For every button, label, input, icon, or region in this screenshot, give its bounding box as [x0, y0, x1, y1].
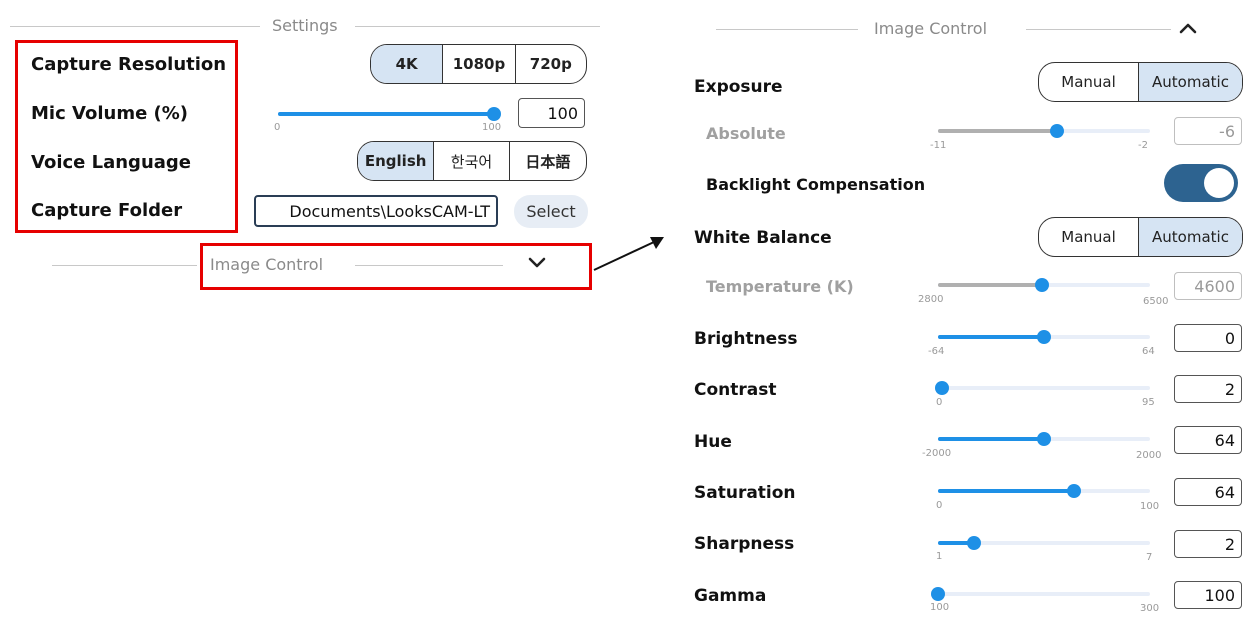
temperature-label: Temperature (K)	[706, 277, 854, 296]
brightness-input[interactable]: 0	[1174, 324, 1242, 352]
contrast-input[interactable]: 2	[1174, 375, 1242, 403]
divider	[716, 29, 858, 30]
gamma-label: Gamma	[694, 586, 767, 606]
slider-thumb[interactable]	[487, 107, 501, 121]
contrast-max: 95	[1142, 397, 1155, 408]
hue-label: Hue	[694, 432, 732, 452]
contrast-slider[interactable]	[935, 377, 1150, 399]
exposure-option-automatic[interactable]: Automatic	[1138, 63, 1242, 101]
hue-max: 2000	[1136, 450, 1162, 461]
contrast-min: 0	[936, 397, 943, 408]
saturation-min: 0	[936, 500, 943, 511]
language-option-korean[interactable]: 한국어	[433, 142, 508, 180]
divider	[52, 265, 197, 266]
backlight-compensation-toggle[interactable]	[1164, 164, 1238, 202]
arrow-connector-icon	[593, 237, 664, 271]
hue-min: -2000	[922, 448, 952, 459]
absolute-slider[interactable]	[938, 120, 1150, 142]
saturation-label: Saturation	[694, 483, 796, 503]
image-control-panel: Image Control Exposure Manual Automatic …	[676, 0, 1251, 622]
slider-fill	[938, 283, 1042, 287]
temperature-slider[interactable]	[938, 274, 1150, 296]
sharpness-label: Sharpness	[694, 534, 795, 554]
divider	[1026, 29, 1171, 30]
brightness-slider[interactable]	[938, 326, 1150, 348]
slider-fill	[278, 112, 494, 116]
language-option-english[interactable]: English	[358, 142, 434, 180]
gamma-max: 300	[1140, 603, 1160, 614]
mic-volume-slider[interactable]	[278, 103, 501, 125]
saturation-slider[interactable]	[938, 480, 1150, 502]
absolute-max: -2	[1138, 140, 1148, 151]
slider-thumb[interactable]	[967, 536, 982, 550]
slider-thumb[interactable]	[1034, 278, 1049, 292]
select-folder-button[interactable]: Select	[514, 195, 588, 228]
contrast-label: Contrast	[694, 380, 777, 400]
brightness-max: 64	[1142, 346, 1155, 357]
slider-thumb[interactable]	[1049, 124, 1064, 138]
chevron-up-icon[interactable]	[1179, 22, 1197, 34]
slider-thumb[interactable]	[935, 381, 950, 395]
capture-resolution-selector: 4K 1080p 720p	[370, 44, 587, 84]
saturation-input[interactable]: 64	[1174, 478, 1242, 506]
language-option-japanese[interactable]: 日本語	[508, 142, 586, 180]
toggle-knob	[1204, 168, 1234, 198]
settings-section-header: Settings	[10, 16, 600, 36]
hue-input[interactable]: 64	[1174, 426, 1242, 454]
mic-volume-max: 100	[482, 122, 502, 133]
exposure-label: Exposure	[694, 77, 783, 97]
sharpness-input[interactable]: 2	[1174, 530, 1242, 558]
divider	[355, 26, 600, 27]
temperature-input[interactable]: 4600	[1174, 272, 1242, 300]
temperature-max: 6500	[1143, 296, 1169, 307]
hue-slider[interactable]	[938, 428, 1150, 450]
mic-volume-input[interactable]: 100	[518, 98, 585, 128]
capture-folder-input[interactable]: Documents\LooksCAM-LT	[254, 195, 498, 227]
gamma-slider[interactable]	[931, 583, 1150, 605]
slider-thumb[interactable]	[1066, 484, 1081, 498]
slider-fill	[938, 489, 1074, 493]
settings-panel: Settings Capture Resolution Mic Volume (…	[0, 0, 608, 302]
image-control-section-header: Image Control	[716, 19, 1176, 39]
absolute-label: Absolute	[706, 124, 786, 143]
labels-highlight-box	[15, 40, 238, 233]
slider-fill	[938, 335, 1044, 339]
slider-thumb[interactable]	[1037, 330, 1051, 344]
white-balance-mode-selector: Manual Automatic	[1038, 217, 1243, 257]
sharpness-slider[interactable]	[938, 532, 1150, 554]
absolute-min: -11	[930, 140, 947, 151]
temperature-min: 2800	[918, 294, 944, 305]
mic-volume-min: 0	[274, 122, 281, 133]
slider-thumb[interactable]	[1037, 432, 1051, 446]
slider-fill	[938, 437, 1044, 441]
slider-track	[938, 386, 1150, 390]
image-control-highlight-box	[200, 243, 592, 290]
image-control-title: Image Control	[874, 19, 988, 38]
divider	[10, 26, 260, 27]
white-balance-option-automatic[interactable]: Automatic	[1138, 218, 1242, 256]
saturation-max: 100	[1140, 501, 1160, 512]
gamma-min: 100	[930, 602, 950, 613]
exposure-option-manual[interactable]: Manual	[1039, 63, 1138, 101]
settings-title: Settings	[272, 16, 338, 35]
slider-track	[938, 592, 1150, 596]
exposure-mode-selector: Manual Automatic	[1038, 62, 1243, 102]
resolution-option-4k[interactable]: 4K	[371, 45, 443, 83]
brightness-label: Brightness	[694, 329, 798, 349]
slider-thumb[interactable]	[931, 587, 945, 601]
white-balance-label: White Balance	[694, 228, 832, 248]
sharpness-max: 7	[1146, 552, 1153, 563]
gamma-input[interactable]: 100	[1174, 581, 1242, 609]
backlight-compensation-label: Backlight Compensation	[706, 175, 926, 194]
slider-fill	[938, 129, 1057, 133]
voice-language-selector: English 한국어 日本語	[357, 141, 587, 181]
white-balance-option-manual[interactable]: Manual	[1039, 218, 1138, 256]
brightness-min: -64	[928, 346, 945, 357]
sharpness-min: 1	[936, 551, 943, 562]
absolute-input[interactable]: -6	[1174, 117, 1242, 145]
resolution-option-1080p[interactable]: 1080p	[442, 45, 514, 83]
resolution-option-720p[interactable]: 720p	[514, 45, 586, 83]
